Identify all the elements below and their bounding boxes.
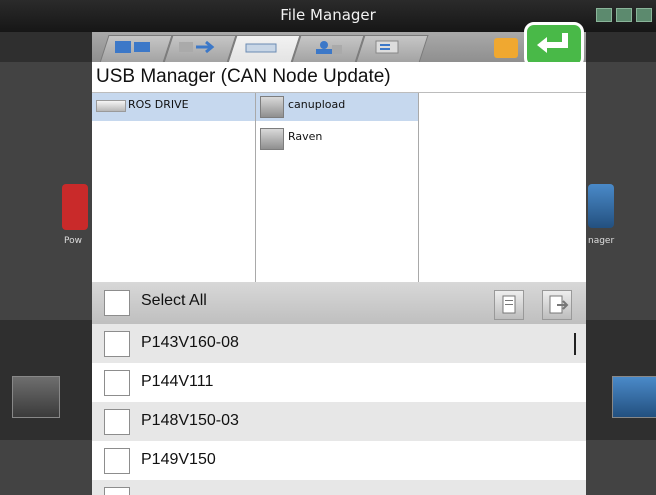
folder-row-canupload[interactable]: canupload <box>256 93 418 121</box>
manager-app-label: nager <box>588 236 615 246</box>
usb-drive-icon <box>96 100 126 112</box>
list-item[interactable] <box>92 480 586 495</box>
copy-file-button[interactable] <box>494 290 524 320</box>
folder-label: canupload <box>288 98 346 111</box>
item-label: P148V150-03 <box>141 412 239 429</box>
item-checkbox[interactable] <box>104 487 130 495</box>
folder-label: Raven <box>288 130 323 143</box>
power-app-icon[interactable] <box>62 184 88 230</box>
item-label: P144V111 <box>141 373 214 390</box>
list-item[interactable]: P148V150-03 <box>92 402 586 441</box>
copy-file-icon <box>502 295 516 314</box>
gear-right-icon[interactable] <box>612 376 656 418</box>
browser-panes: ROS DRIVE canupload Raven <box>92 92 586 283</box>
folder-row-raven[interactable]: Raven <box>256 125 418 153</box>
list-item[interactable]: P144V111 <box>92 363 586 402</box>
location-title: USB Manager (CAN Node Update) <box>96 66 391 87</box>
file-list: P143V160-08 P144V111 P148V150-03 P149V15… <box>92 324 586 495</box>
folder-icon <box>260 128 284 150</box>
user-transfer-icon <box>306 39 346 55</box>
select-all-checkbox[interactable] <box>104 290 130 316</box>
manager-app-icon[interactable] <box>588 184 614 228</box>
item-checkbox[interactable] <box>104 331 130 357</box>
status-icon-1 <box>596 8 612 22</box>
folders-pane: canupload Raven <box>256 93 419 283</box>
list-item[interactable]: P143V160-08 <box>92 324 586 363</box>
transfer-icon <box>178 39 218 55</box>
export-file-button[interactable] <box>542 290 572 320</box>
tab-bar <box>92 32 586 63</box>
warning-arrow-icon[interactable] <box>494 38 518 58</box>
select-all-label: Select All <box>141 292 207 309</box>
item-checkbox[interactable] <box>104 448 130 474</box>
item-checkbox[interactable] <box>104 409 130 435</box>
item-checkbox[interactable] <box>104 370 130 396</box>
power-app-label: Pow <box>64 236 82 246</box>
files-pane <box>419 93 586 283</box>
scrollbar-thumb[interactable] <box>574 333 576 355</box>
gear-left-icon[interactable] <box>12 376 60 418</box>
location-header: USB Manager (CAN Node Update) <box>92 62 586 92</box>
settings-panel-icon <box>370 39 410 55</box>
list-item[interactable]: P149V150 <box>92 441 586 480</box>
drive-label: ROS DRIVE <box>128 98 189 111</box>
return-arrow-icon <box>537 33 568 53</box>
select-all-bar: Select All <box>92 282 586 324</box>
status-icon-2 <box>616 8 632 22</box>
drives-pane: ROS DRIVE <box>92 93 256 283</box>
export-file-icon <box>549 295 569 314</box>
usb-drive-icon <box>242 39 282 55</box>
item-label: P143V160-08 <box>141 334 239 351</box>
file-manager-window: USB Manager (CAN Node Update) ROS DRIVE … <box>92 22 586 495</box>
monitor-icon <box>114 39 154 55</box>
status-icon-3 <box>636 8 652 22</box>
item-label: P149V150 <box>141 451 216 468</box>
drive-row-ros[interactable]: ROS DRIVE <box>92 93 255 121</box>
folder-icon <box>260 96 284 118</box>
